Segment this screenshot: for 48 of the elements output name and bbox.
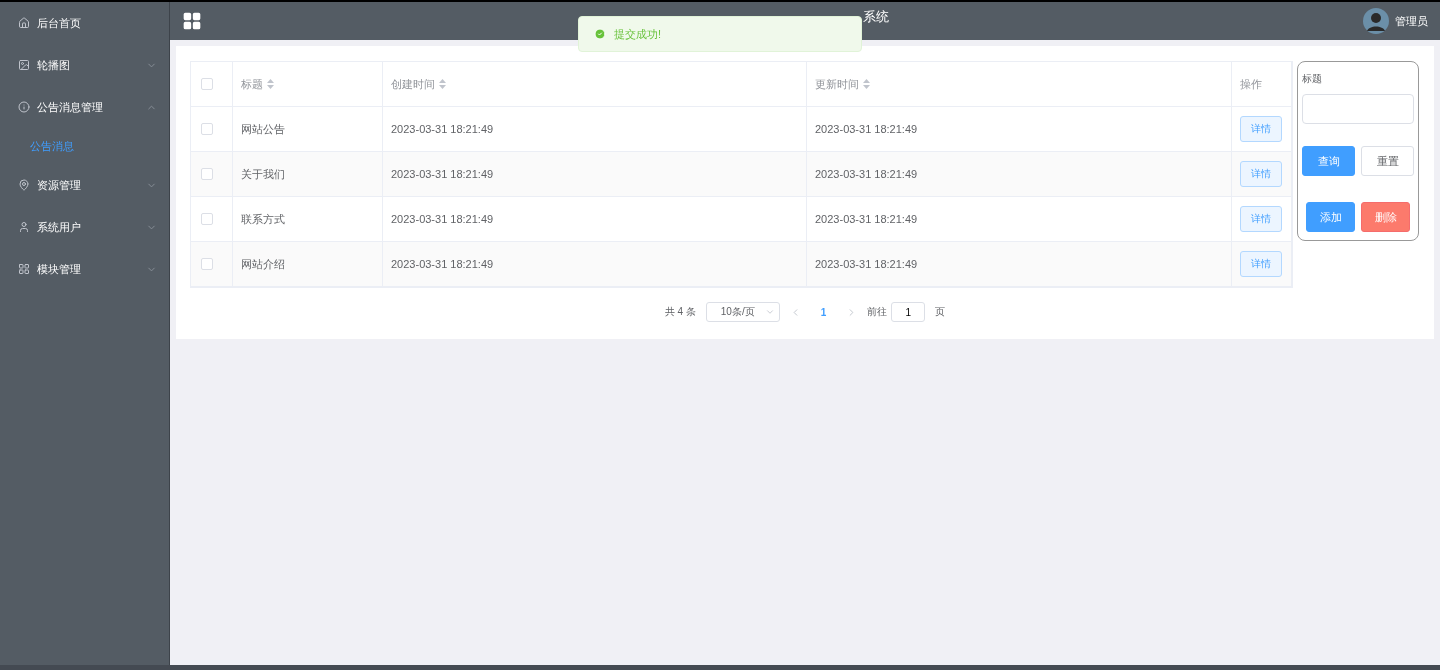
grid-menu-icon[interactable] [182,11,202,31]
toast-message: 提交成功! [614,26,662,42]
menu-item[interactable]: 后台首页 [0,2,169,44]
action-button[interactable]: 重置 [1361,146,1414,176]
row-checkbox[interactable] [201,123,213,135]
home-icon [18,17,30,29]
pin-icon [18,179,30,191]
check-circle-icon [594,28,606,40]
app-title: 系统 [863,8,889,26]
page-field[interactable]: 1 [891,302,926,322]
goto-label: 前往 [867,305,888,319]
row-checkbox[interactable] [201,213,213,225]
table-cell: 联系方式 [241,211,285,227]
page-suffix: 页 [935,305,946,319]
table-cell: 2023-03-31 18:21:49 [391,213,494,225]
menu-item[interactable]: 资源管理 [0,164,169,206]
field-label: 标题 [1302,72,1323,86]
table-cell: 2023-03-31 18:21:49 [391,123,494,135]
menu-item[interactable]: 系统用户 [0,206,169,248]
avatar [1363,8,1389,34]
menu-item[interactable]: 公告消息管理 [0,86,169,128]
table-cell: 2023-03-31 18:21:49 [815,213,918,225]
column-header: 更新时间 [815,76,859,92]
column-header: 标题 [241,76,263,92]
column-header: 创建时间 [391,76,435,92]
table-cell: 网站介绍 [241,256,285,272]
table-cell: 2023-03-31 18:21:49 [815,258,918,270]
column-header: 操作 [1240,76,1262,92]
user-name: 管理员 [1395,13,1428,29]
table-cell: 2023-03-31 18:21:49 [815,123,918,135]
table-cell: 2023-03-31 18:21:49 [391,258,494,270]
menu-item[interactable]: 模块管理 [0,248,169,290]
chevron-down-icon [764,307,775,317]
total-count: 共 4 条 [664,305,696,319]
user-icon [18,221,30,233]
table-cell: 网站公告 [241,121,285,137]
table-cell: 2023-03-31 18:21:49 [391,168,494,180]
select-all-checkbox[interactable] [201,78,213,90]
row-checkbox[interactable] [201,258,213,270]
table-cell: 2023-03-31 18:21:49 [815,168,918,180]
title-field[interactable] [1302,94,1414,124]
image-icon [18,59,30,71]
row-checkbox[interactable] [201,168,213,180]
info-icon [18,101,30,113]
table-cell: 关于我们 [241,166,285,182]
menu-item[interactable]: 轮播图 [0,44,169,86]
grid-icon [18,263,30,275]
page-size-select[interactable]: 10条/页 [705,302,780,322]
